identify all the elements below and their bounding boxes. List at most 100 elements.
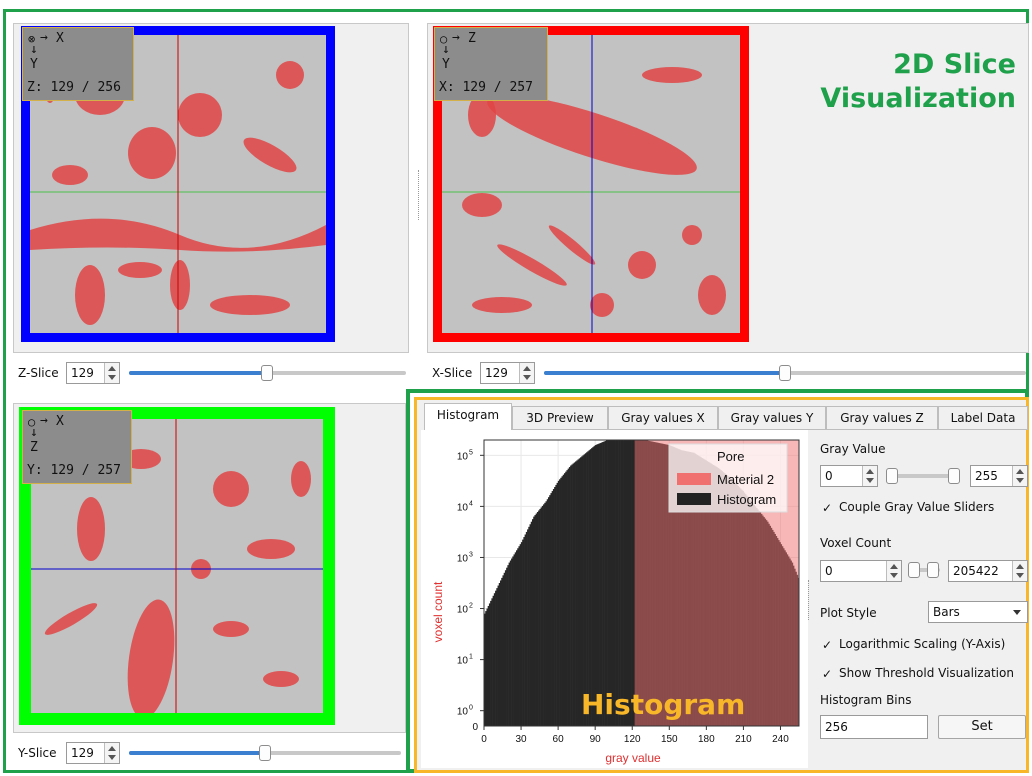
z-axis-h-label: X (56, 31, 64, 46)
couple-check-icon: ✓ (822, 501, 833, 515)
y-tick-exponent: 0 (469, 705, 473, 712)
z-slice-info: ⊗ → X ↓ Y Z: 129 / 256 (22, 27, 134, 101)
voxel-range-slider[interactable] (908, 562, 940, 578)
gray-max-arrows-icon[interactable] (1012, 466, 1027, 486)
y-tick-exponent: 3 (469, 551, 473, 558)
tab-histogram[interactable]: Histogram (424, 403, 512, 430)
slice-title-line2: Visualization (820, 83, 1016, 114)
x-axis-v-label: Y (442, 57, 450, 72)
voxel-min-spinbox[interactable]: 0 (820, 560, 902, 582)
x-slider-handle[interactable] (779, 365, 791, 381)
gray-max-spinbox[interactable]: 255 (970, 465, 1028, 487)
splitter-handle-histogram[interactable] (808, 580, 810, 620)
tab-gray-values-z-label: Gray values Z (840, 411, 924, 425)
y-slice-position: Y: 129 / 257 (27, 463, 121, 478)
gray-range-handle-min[interactable] (886, 468, 898, 484)
z-slice-slider[interactable] (129, 365, 406, 381)
y-slice-slider[interactable] (129, 745, 401, 761)
x-slice-label: X-Slice (432, 366, 473, 380)
x-slice-value: 129 (485, 366, 508, 380)
x-spin-arrows-icon[interactable] (519, 363, 534, 383)
tab-gray-values-y[interactable]: Gray values Y (718, 406, 826, 429)
couple-sliders-label: Couple Gray Value Sliders (839, 500, 995, 514)
legend-label-histogram: Histogram (717, 492, 776, 507)
x-slice-position: X: 129 / 257 (439, 80, 533, 95)
gray-range-slider[interactable] (886, 468, 960, 484)
z-slice-value: 129 (71, 366, 94, 380)
tab-3d-preview[interactable]: 3D Preview (512, 406, 608, 429)
x-tick-label: 0 (481, 734, 487, 745)
y-slice-info: ○ → X ↓ Z Y: 129 / 257 (22, 410, 132, 484)
z-slider-fill (129, 371, 268, 375)
couple-sliders-checkbox[interactable]: ✓ Couple Gray Value Sliders (822, 499, 994, 515)
plot-style-value: Bars (933, 605, 960, 619)
threshold-visualization-label: Show Threshold Visualization (839, 666, 1014, 680)
set-bins-button[interactable]: Set (938, 715, 1026, 739)
voxel-range-handle-min[interactable] (908, 562, 920, 578)
y-slice-spinbox[interactable]: 129 (66, 742, 120, 764)
log-scaling-checkbox[interactable]: ✓ Logarithmic Scaling (Y-Axis) (822, 636, 1005, 652)
tab-gray-values-x[interactable]: Gray values X (608, 406, 718, 429)
log-scaling-label: Logarithmic Scaling (Y-Axis) (839, 637, 1006, 651)
y-tick-exponent: 2 (469, 603, 473, 610)
tab-gray-values-z[interactable]: Gray values Z (826, 406, 938, 429)
legend-swatch-pore (677, 450, 711, 462)
voxel-min-value: 0 (825, 564, 833, 578)
histogram-bins-label: Histogram Bins (820, 693, 912, 707)
z-slider-handle[interactable] (261, 365, 273, 381)
voxel-max-value: 205422 (953, 564, 999, 578)
x-axis-label: gray value (605, 751, 661, 765)
y-zero-label: 0 (472, 722, 478, 733)
x-tick-label: 90 (590, 734, 602, 745)
y-slice-value: 129 (71, 746, 94, 760)
y-tick-exponent: 1 (469, 654, 473, 661)
histogram-bins-value: 256 (825, 720, 848, 734)
tab-bar: Histogram 3D Preview Gray values X Gray … (424, 403, 1028, 430)
tab-histogram-label: Histogram (436, 408, 500, 422)
z-axis-glyph: ⊗ → X ↓ Y (26, 29, 130, 72)
x-slice-slider[interactable] (544, 365, 1026, 381)
legend-label-pore: Pore (717, 449, 744, 464)
x-tick-label: 30 (515, 734, 527, 745)
y-tick-label: 10 (457, 707, 469, 718)
x-axis-glyph: ○ → Z ↓ Y (438, 29, 544, 72)
legend-swatch-histogram (677, 493, 711, 505)
threshold-visualization-checkbox[interactable]: ✓ Show Threshold Visualization (822, 665, 1014, 681)
voxel-max-arrows-icon[interactable] (1012, 561, 1027, 581)
x-slider-fill (544, 371, 785, 375)
z-slice-spinbox[interactable]: 129 (66, 362, 120, 384)
x-tick-label: 150 (661, 734, 678, 745)
voxel-range-handle-max[interactable] (927, 562, 939, 578)
y-axis-glyph: ○ → X ↓ Z (26, 412, 128, 455)
legend: Pore Material 2 Histogram (668, 443, 788, 513)
y-slice-label: Y-Slice (18, 746, 57, 760)
gray-min-arrows-icon[interactable] (862, 466, 877, 486)
y-tick-label: 10 (457, 605, 469, 616)
gray-min-spinbox[interactable]: 0 (820, 465, 878, 487)
tab-gray-values-x-label: Gray values X (621, 411, 705, 425)
voxel-min-arrows-icon[interactable] (886, 561, 901, 581)
plot-style-select[interactable]: Bars (928, 601, 1028, 623)
plot-style-label: Plot Style (820, 606, 877, 620)
y-tick-exponent: 5 (469, 449, 473, 456)
histogram-bins-input[interactable]: 256 (820, 715, 928, 739)
y-slider-handle[interactable] (259, 745, 271, 761)
y-spin-arrows-icon[interactable] (104, 743, 119, 763)
legend-swatch-material-2 (677, 473, 711, 485)
x-tick-label: 120 (624, 734, 641, 745)
tab-3d-preview-label: 3D Preview (526, 411, 594, 425)
tab-label-data[interactable]: Label Data (938, 406, 1028, 429)
y-tick-label: 10 (457, 502, 469, 513)
splitter-handle-vertical[interactable] (418, 170, 421, 220)
y-tick-exponent: 4 (469, 500, 473, 507)
x-tick-label: 210 (735, 734, 752, 745)
legend-label-material-2: Material 2 (717, 472, 774, 487)
tab-label-data-label: Label Data (950, 411, 1016, 425)
voxel-max-spinbox[interactable]: 205422 (948, 560, 1028, 582)
gray-range-handle-max[interactable] (948, 468, 960, 484)
voxel-count-label: Voxel Count (820, 536, 892, 550)
y-axis-v-label: Z (30, 440, 38, 455)
y-axis-label: voxel count (431, 581, 445, 642)
z-spin-arrows-icon[interactable] (104, 363, 119, 383)
x-slice-spinbox[interactable]: 129 (480, 362, 535, 384)
